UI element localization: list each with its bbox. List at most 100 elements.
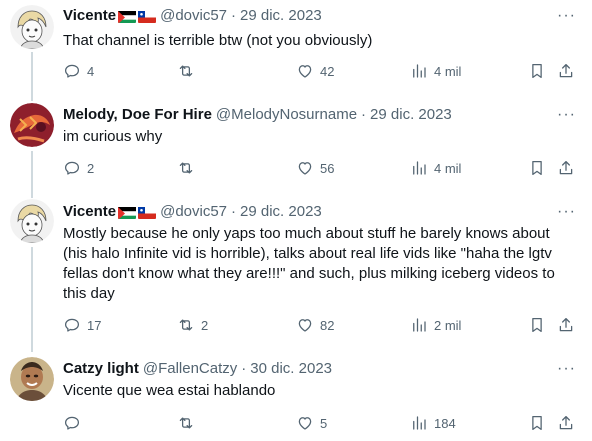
- reply-count: 2: [87, 160, 95, 176]
- thread-line: [31, 96, 33, 101]
- tweet-date[interactable]: 30 dic. 2023: [250, 359, 332, 379]
- views-button[interactable]: 4 mil: [410, 159, 461, 177]
- user-handle[interactable]: @dovic57: [160, 6, 227, 26]
- user-handle[interactable]: @dovic57: [160, 202, 227, 222]
- more-icon[interactable]: ···: [557, 202, 576, 222]
- like-count: 42: [320, 63, 335, 79]
- tweet-header: Catzy light @FallenCatzy · 30 dic. 2023: [63, 359, 332, 379]
- flag-emojis: [118, 10, 157, 23]
- bookmark-icon: [528, 414, 546, 432]
- bookmark-icon: [528, 316, 546, 334]
- like-count: 82: [320, 317, 335, 333]
- chile-flag-icon: [138, 206, 157, 219]
- like-button[interactable]: 56: [296, 159, 334, 177]
- like-icon: [296, 159, 314, 177]
- avatar[interactable]: [10, 199, 54, 243]
- tweet-text: Mostly because he only yaps too much abo…: [63, 225, 559, 302]
- like-icon: [296, 62, 314, 80]
- share-icon: [557, 62, 575, 80]
- share-button[interactable]: [557, 159, 575, 177]
- views-button[interactable]: 4 mil: [410, 62, 461, 80]
- avatar[interactable]: [10, 5, 54, 49]
- separator-dot: ·: [231, 203, 237, 220]
- repost-button[interactable]: [177, 62, 201, 80]
- separator-dot: ·: [361, 106, 367, 123]
- repost-icon: [177, 159, 195, 177]
- share-button[interactable]: [557, 414, 575, 432]
- tweet[interactable]: Melody, Doe For Hire @MelodyNosurname · …: [0, 96, 592, 192]
- chile-flag-icon: [138, 10, 157, 23]
- more-icon[interactable]: ···: [557, 105, 576, 125]
- like-count: 56: [320, 160, 335, 176]
- like-button[interactable]: 82: [296, 316, 334, 334]
- views-icon: [410, 62, 428, 80]
- bookmark-icon: [528, 159, 546, 177]
- share-icon: [557, 316, 575, 334]
- reply-button[interactable]: 2: [63, 159, 94, 177]
- share-button[interactable]: [557, 62, 575, 80]
- reply-button[interactable]: 4: [63, 62, 94, 80]
- repost-icon: [177, 62, 195, 80]
- share-button[interactable]: [557, 316, 575, 334]
- tweet-date[interactable]: 29 dic. 2023: [240, 202, 322, 222]
- like-icon: [296, 316, 314, 334]
- tweet-date[interactable]: 29 dic. 2023: [370, 105, 452, 125]
- tweet-text: Vicente que wea estai hablando: [63, 382, 276, 399]
- tweet[interactable]: Vicente @dovic57 · 29 dic. 2023 ··· That…: [0, 0, 592, 96]
- tweet-header: Vicente @dovic57 · 29 dic. 2023: [63, 6, 322, 26]
- like-count: 5: [320, 415, 328, 431]
- tweet-actions: 2 56 4 mil: [63, 159, 583, 179]
- reply-button[interactable]: 17: [63, 316, 101, 334]
- repost-icon: [177, 316, 195, 334]
- share-icon: [557, 414, 575, 432]
- views-button[interactable]: 184: [410, 414, 456, 432]
- views-count: 2 mil: [434, 317, 462, 333]
- reply-icon: [63, 316, 81, 334]
- tweet-date[interactable]: 29 dic. 2023: [240, 6, 322, 26]
- reply-count: 17: [87, 317, 102, 333]
- tweet[interactable]: Catzy light @FallenCatzy · 30 dic. 2023 …: [0, 344, 592, 441]
- tweet-text: That channel is terrible btw (not you ob…: [63, 32, 373, 49]
- tweet-header: Vicente @dovic57 · 29 dic. 2023: [63, 202, 322, 222]
- views-count: 4 mil: [434, 160, 462, 176]
- display-name[interactable]: Vicente: [63, 6, 116, 26]
- like-button[interactable]: 5: [296, 414, 327, 432]
- more-icon[interactable]: ···: [557, 359, 576, 379]
- repost-button[interactable]: 2: [177, 316, 208, 334]
- bookmark-button[interactable]: [528, 62, 546, 80]
- thread-line: [31, 192, 33, 198]
- display-name[interactable]: Vicente: [63, 202, 116, 222]
- flag-emojis: [118, 206, 157, 219]
- like-icon: [296, 414, 314, 432]
- reply-button[interactable]: [63, 414, 87, 432]
- views-icon: [410, 159, 428, 177]
- repost-button[interactable]: [177, 159, 201, 177]
- avatar[interactable]: [10, 103, 54, 147]
- thread-line: [31, 247, 33, 344]
- tweet-actions: 4 42 4 mil: [63, 62, 583, 82]
- repost-icon: [177, 414, 195, 432]
- reply-icon: [63, 159, 81, 177]
- more-icon[interactable]: ···: [557, 6, 576, 26]
- views-icon: [410, 316, 428, 334]
- separator-dot: ·: [241, 360, 247, 377]
- share-icon: [557, 159, 575, 177]
- repost-count: 2: [201, 317, 209, 333]
- reply-icon: [63, 62, 81, 80]
- user-handle[interactable]: @MelodyNosurname: [216, 105, 357, 125]
- avatar[interactable]: [10, 357, 54, 401]
- display-name[interactable]: Melody, Doe For Hire: [63, 105, 212, 125]
- bookmark-button[interactable]: [528, 159, 546, 177]
- like-button[interactable]: 42: [296, 62, 334, 80]
- bookmark-button[interactable]: [528, 414, 546, 432]
- user-handle[interactable]: @FallenCatzy: [143, 359, 237, 379]
- tweet[interactable]: Vicente @dovic57 · 29 dic. 2023 ··· Most…: [0, 192, 592, 344]
- bookmark-button[interactable]: [528, 316, 546, 334]
- separator-dot: ·: [231, 7, 237, 24]
- palestine-flag-icon: [118, 10, 137, 23]
- display-name[interactable]: Catzy light: [63, 359, 139, 379]
- thread-line: [31, 151, 33, 192]
- views-button[interactable]: 2 mil: [410, 316, 461, 334]
- repost-button[interactable]: [177, 414, 201, 432]
- tweet-header: Melody, Doe For Hire @MelodyNosurname · …: [63, 105, 452, 125]
